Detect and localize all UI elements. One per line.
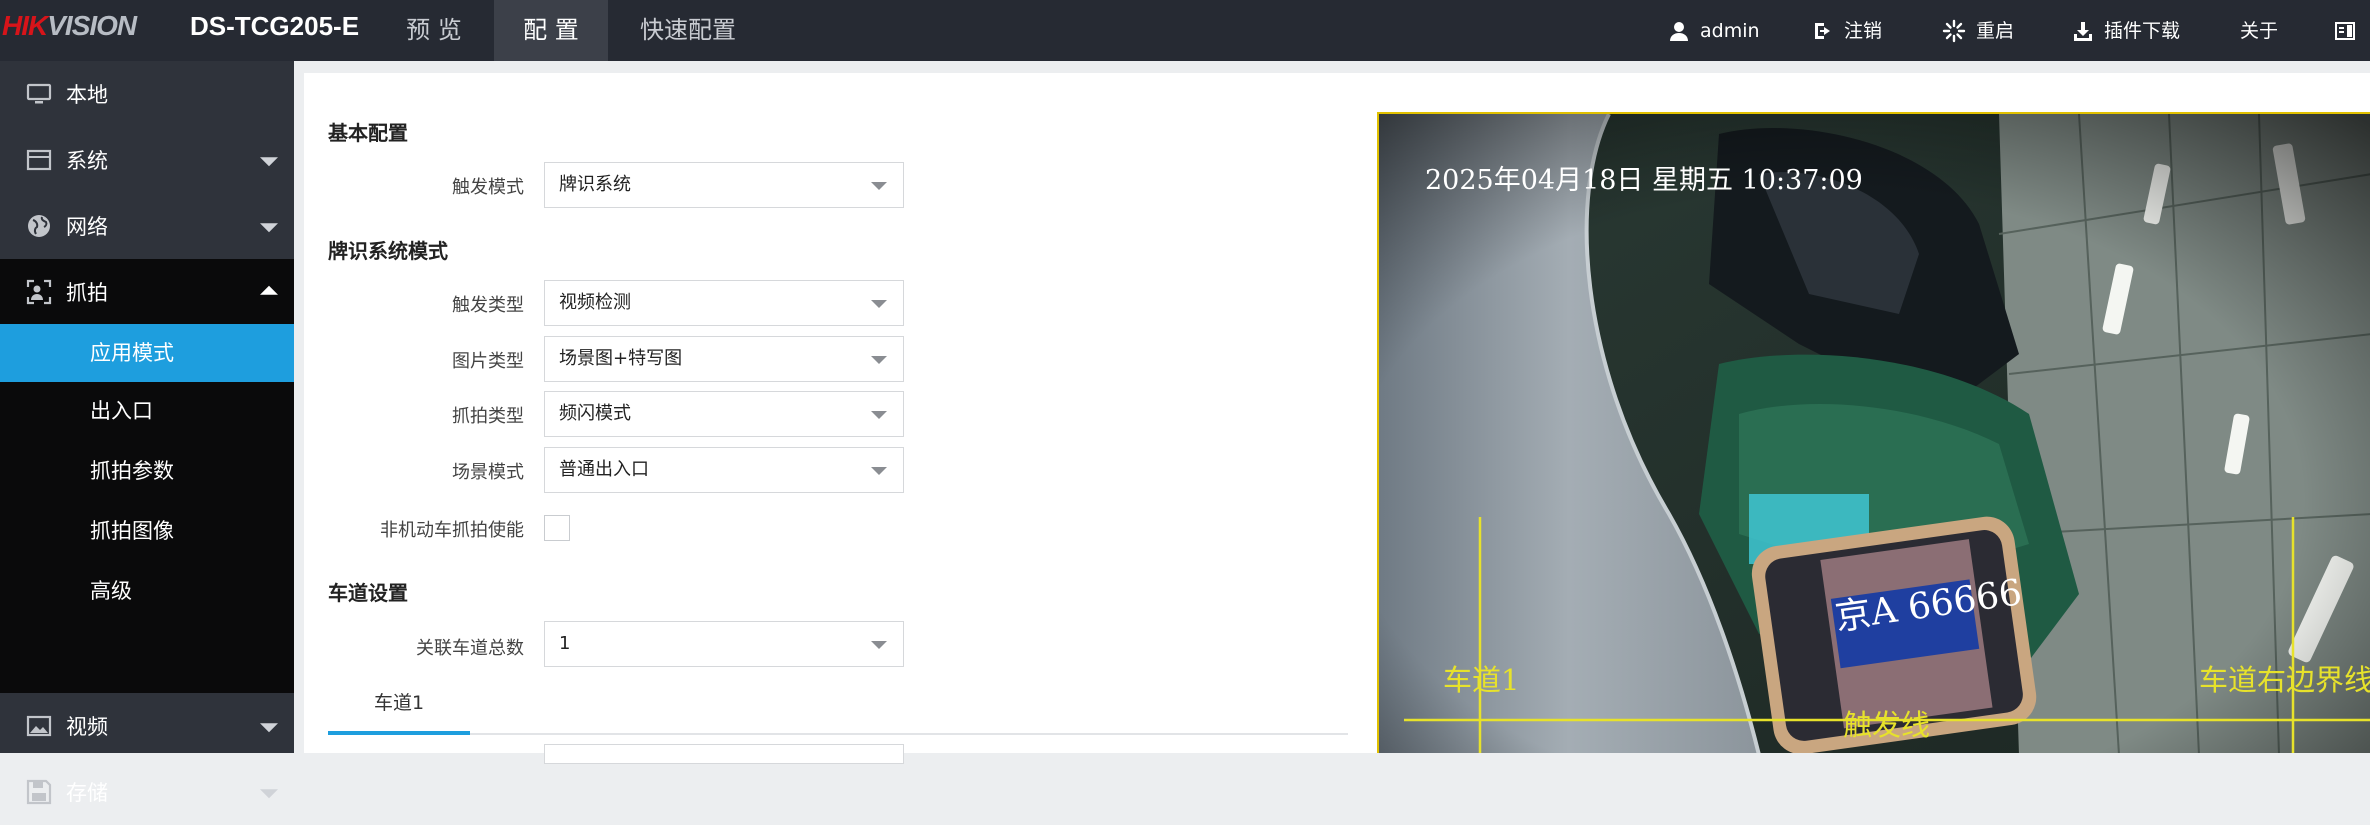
sidebar-item-application-mode[interactable]: 应用模式 [0,324,294,382]
trigger-mode-value: 牌识系统 [559,174,631,195]
sidebar-item-storage[interactable]: 存储 [0,759,294,825]
top-navigation-bar: HIKVISION DS-TCG205-E 预 览 配 置 快速配置 admin… [0,0,2370,61]
video-preview[interactable]: 京A 66666 2025年04月18日 星期五 10:37:09 车道1 车道… [1377,112,2370,753]
scene-mode-select[interactable]: 普通出入口 [544,447,904,493]
lane-right-boundary-label: 车道右边界线 [2199,663,2370,697]
section-title-basic: 基本配置 [328,121,408,145]
sidebar-label-capture: 抓拍 [66,281,108,305]
user-menu[interactable]: admin [1668,0,1760,61]
trigger-type-select[interactable]: 视频检测 [544,280,904,326]
dropdown-arrow-icon [871,300,887,308]
about-label: 关于 [2240,19,2279,42]
scene-mode-label: 场景模式 [452,462,524,483]
lane-field-partial[interactable] [544,744,904,764]
logout-icon [1815,22,1830,39]
chevron-down-icon [260,789,278,799]
capture-type-select[interactable]: 频闪模式 [544,391,904,437]
globe-icon [28,215,50,237]
sidebar-label-storage: 存储 [66,781,108,805]
nonmotor-capture-checkbox[interactable] [544,515,570,541]
image-type-select[interactable]: 场景图+特写图 [544,336,904,382]
about-button[interactable]: 关于 [2240,0,2278,61]
plugin-download-button[interactable]: 插件下载 [2072,0,2180,61]
tab-preview[interactable]: 预 览 [374,0,494,61]
logo-red-text: HIK [2,10,48,41]
sidebar-label-system: 系统 [66,149,108,173]
sidebar-item-capture[interactable]: 抓拍 [0,259,294,325]
username-label: admin [1700,19,1760,42]
trigger-line-label: 触发线 [1843,708,1931,742]
osd-timestamp: 2025年04月18日 星期五 10:37:09 [1425,165,1863,196]
dropdown-arrow-icon [871,641,887,649]
dropdown-arrow-icon [871,356,887,364]
logout-button[interactable]: 注销 [1812,0,1882,61]
reboot-button[interactable]: 重启 [1942,0,2014,61]
sidebar-item-capture-params[interactable]: 抓拍参数 [0,442,294,500]
sidebar-item-advanced[interactable]: 高级 [0,562,294,620]
sidebar-item-local[interactable]: 本地 [0,61,294,127]
save-icon [26,779,52,805]
section-title-lane: 车道设置 [328,581,408,605]
tab-configuration[interactable]: 配 置 [494,0,608,61]
lane-1-overlay-label: 车道1 [1443,663,1520,697]
capture-icon [26,279,52,305]
capture-type-value: 频闪模式 [559,403,631,424]
device-model: DS-TCG205-E [190,11,360,41]
lane-count-value: 1 [559,633,571,654]
dropdown-arrow-icon [871,467,887,475]
trigger-type-label: 触发类型 [452,295,524,316]
lane-tabs-divider [328,733,1348,735]
sidebar-item-capture-image[interactable]: 抓拍图像 [0,502,294,560]
monitor-icon [26,83,52,104]
sidebar-item-video[interactable]: 视频 [0,693,294,759]
dropdown-arrow-icon [871,182,887,190]
trigger-mode-label: 触发模式 [452,177,524,198]
chevron-down-icon [260,157,278,167]
capture-submenu: 应用模式 出入口 抓拍参数 抓拍图像 高级 [0,324,294,693]
sidebar-label-network: 网络 [66,215,108,239]
trigger-type-value: 视频检测 [559,292,631,313]
system-icon [26,149,52,171]
nonmotor-capture-label: 非机动车抓拍使能 [380,520,524,541]
section-title-lpr: 牌识系统模式 [328,239,448,263]
active-tab-indicator [328,731,470,735]
logo-grey-text: VISION [47,10,137,41]
reboot-label: 重启 [1976,19,2015,42]
image-icon [26,715,52,737]
trigger-mode-select[interactable]: 牌识系统 [544,162,904,208]
logout-label: 注销 [1844,19,1883,42]
download-icon [2074,21,2092,41]
hikvision-logo: HIKVISION [2,10,137,42]
panel-toggle[interactable] [2334,0,2366,61]
capture-type-label: 抓拍类型 [452,406,524,427]
image-type-label: 图片类型 [452,351,524,372]
user-icon [1670,21,1688,41]
image-type-value: 场景图+特写图 [559,348,683,369]
sidebar: 本地 系统 网络 抓拍 应用模式 出入口 抓拍参数 抓拍图像 高级 视频 存储 [0,61,294,805]
reboot-icon [1942,19,1966,42]
scene-mode-value: 普通出入口 [559,459,649,480]
tab-quick-config[interactable]: 快速配置 [608,0,768,61]
panel-toggle-icon [2335,21,2355,40]
tab-lane-1[interactable]: 车道1 [328,686,470,734]
chevron-down-icon [260,723,278,733]
chevron-up-icon [260,285,278,295]
chevron-down-icon [260,223,278,233]
lane-count-select[interactable]: 1 [544,621,904,667]
sidebar-label-video: 视频 [66,715,108,739]
sidebar-label-local: 本地 [66,83,108,107]
lane-count-label: 关联车道总数 [416,638,524,659]
sidebar-item-network[interactable]: 网络 [0,193,294,259]
sidebar-item-system[interactable]: 系统 [0,127,294,193]
dropdown-arrow-icon [871,411,887,419]
plugin-download-label: 插件下载 [2104,19,2181,42]
sidebar-item-entrance-exit[interactable]: 出入口 [0,382,294,440]
